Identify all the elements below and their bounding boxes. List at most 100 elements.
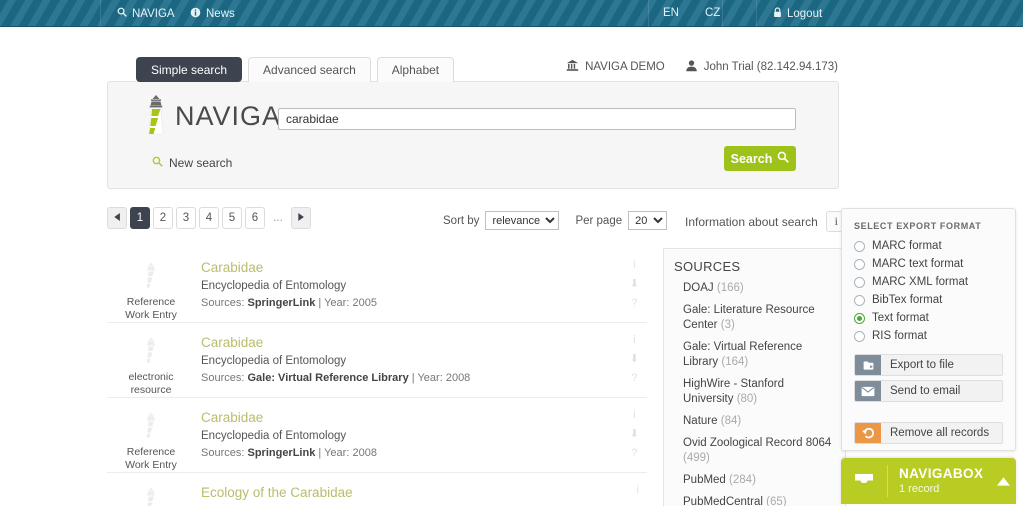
- search-panel: NAVIGA New search Search: [107, 81, 839, 189]
- radio-icon[interactable]: [854, 330, 865, 342]
- pagination-next[interactable]: [291, 207, 311, 229]
- pagination-page-4[interactable]: 4: [199, 207, 219, 229]
- sources-item-pubmed[interactable]: PubMed (284): [674, 473, 835, 488]
- sources-item-gale-literature[interactable]: Gale: Literature Resource Center (3): [674, 303, 835, 333]
- table-row[interactable]: Reference Work Entry Carabidae Encyclope…: [107, 398, 647, 473]
- send-to-email-button[interactable]: Send to email: [854, 380, 1003, 402]
- result-subtitle: Encyclopedia of Entomology: [201, 280, 347, 292]
- pagination-page-1[interactable]: 1: [130, 207, 150, 229]
- topbar-link-naviga[interactable]: NAVIGA: [117, 7, 175, 21]
- result-title[interactable]: Carabidae: [201, 335, 647, 350]
- result-actions: i: [637, 485, 639, 496]
- question-mark-icon[interactable]: ?: [631, 448, 637, 459]
- sources-item-ovid[interactable]: Ovid Zoological Record 8064 (499): [674, 436, 835, 466]
- topbar-lang-en-label: EN: [663, 7, 679, 19]
- sources-item-nature[interactable]: Nature (84): [674, 414, 835, 429]
- info-i-icon[interactable]: i: [633, 335, 635, 346]
- topbar-lang-en[interactable]: EN: [663, 7, 679, 20]
- institution-info[interactable]: NAVIGA DEMO: [566, 59, 665, 75]
- sources-item-label: HighWire - Stanford University: [683, 378, 784, 405]
- perpage-select[interactable]: 20: [628, 211, 668, 230]
- info-i-icon[interactable]: i: [633, 410, 635, 421]
- lighthouse-icon: [107, 487, 195, 506]
- user-account-info[interactable]: John Trial (82.142.94.173): [685, 59, 838, 75]
- result-actions: i ⬇ ?: [630, 260, 639, 309]
- result-year: 2008: [445, 372, 471, 384]
- radio-icon-selected[interactable]: [854, 312, 865, 324]
- export-format-marc-text[interactable]: MARC text format: [854, 258, 1003, 270]
- topbar-lang-cz-label: CZ: [705, 7, 721, 19]
- user-info-bar: NAVIGA DEMO John Trial (82.142.94.173): [566, 59, 838, 75]
- navigabox-record-count: 1 record: [899, 483, 940, 495]
- result-title[interactable]: Ecology of the Carabidae: [201, 485, 647, 500]
- lighthouse-icon: [144, 94, 168, 139]
- navigabox-widget[interactable]: NAVIGABOX 1 record: [841, 458, 1016, 504]
- pagination-page-5[interactable]: 5: [222, 207, 242, 229]
- info-i-icon[interactable]: i: [637, 485, 639, 496]
- sources-item-pubmedcentral[interactable]: PubMedCentral (65): [674, 495, 835, 506]
- export-format-bibtex[interactable]: BibTex format: [854, 294, 1003, 306]
- sources-item-gale-virtual[interactable]: Gale: Virtual Reference Library (164): [674, 340, 835, 370]
- result-year-label: Year:: [417, 372, 443, 384]
- logout-button[interactable]: Logout: [773, 7, 822, 22]
- topbar-lang-cz[interactable]: CZ: [705, 7, 720, 20]
- result-body: Ecology of the Carabidae: [195, 485, 647, 505]
- sources-item-highwire[interactable]: HighWire - Stanford University (80): [674, 377, 835, 407]
- sort-select[interactable]: relevance: [485, 211, 560, 230]
- radio-icon[interactable]: [854, 294, 865, 306]
- search-icon: [777, 151, 790, 166]
- topbar-link-news[interactable]: News: [190, 7, 235, 22]
- result-title[interactable]: Carabidae: [201, 410, 647, 425]
- table-row[interactable]: Reference Work Entry Carabidae Encyclope…: [107, 248, 647, 323]
- results-controls: 1 2 3 4 5 6 ... Sort by relevance Per pa…: [107, 207, 847, 237]
- tab-simple-search[interactable]: Simple search: [136, 57, 243, 82]
- result-title[interactable]: Carabidae: [201, 260, 647, 275]
- tab-advanced-search[interactable]: Advanced search: [248, 57, 371, 82]
- pagination-page-2[interactable]: 2: [153, 207, 173, 229]
- search-input[interactable]: [278, 108, 796, 130]
- information-about-search: Information about search i: [685, 211, 847, 232]
- pagination-page-3[interactable]: 3: [176, 207, 196, 229]
- inbox-icon: [841, 472, 887, 490]
- export-to-file-label: Export to file: [890, 359, 954, 371]
- radio-icon[interactable]: [854, 240, 865, 252]
- download-icon[interactable]: ⬇: [630, 429, 639, 440]
- logout-label: Logout: [787, 8, 823, 20]
- question-mark-icon[interactable]: ?: [631, 373, 637, 384]
- remove-all-records-button[interactable]: Remove all records: [854, 422, 1003, 444]
- result-type-line1: electronic: [128, 371, 174, 383]
- info-i-icon[interactable]: i: [633, 260, 635, 271]
- export-format-marc-xml[interactable]: MARC XML format: [854, 276, 1003, 288]
- search-mode-tabs: Simple search Advanced search Alphabet: [136, 57, 455, 82]
- lighthouse-icon: [107, 412, 195, 443]
- sources-item-count: (84): [720, 415, 742, 427]
- export-format-text[interactable]: Text format: [854, 312, 1003, 324]
- download-icon[interactable]: ⬇: [630, 354, 639, 365]
- pagination-page-6[interactable]: 6: [245, 207, 265, 229]
- result-separator: |: [318, 297, 322, 309]
- caret-up-icon[interactable]: [990, 476, 1016, 486]
- table-row[interactable]: electronic resource Carabidae Encycloped…: [107, 323, 647, 398]
- new-search-link[interactable]: New search: [152, 156, 232, 170]
- sources-item-count: (284): [729, 474, 756, 486]
- radio-icon[interactable]: [854, 276, 865, 288]
- question-mark-icon[interactable]: ?: [631, 298, 637, 309]
- export-to-file-button[interactable]: Export to file: [854, 354, 1003, 376]
- result-subtitle: Encyclopedia of Entomology: [201, 430, 347, 442]
- sources-item-count: (65): [766, 496, 787, 506]
- export-format-ris[interactable]: RIS format: [854, 330, 1003, 342]
- search-button-label: Search: [730, 151, 773, 166]
- sources-item-doaj[interactable]: DOAJ (166): [674, 281, 835, 296]
- download-icon[interactable]: ⬇: [630, 279, 639, 290]
- pagination-prev[interactable]: [107, 207, 127, 229]
- sources-item-count: (166): [716, 282, 744, 294]
- tab-alphabet[interactable]: Alphabet: [376, 57, 455, 82]
- sources-title: SOURCES: [674, 259, 741, 274]
- table-row[interactable]: Ecology of the Carabidae i: [107, 473, 647, 506]
- export-format-label: MARC XML format: [872, 276, 969, 288]
- result-year-label: Year:: [324, 297, 350, 309]
- search-button[interactable]: Search: [724, 146, 796, 171]
- result-subtitle: Encyclopedia of Entomology: [201, 355, 347, 367]
- radio-icon[interactable]: [854, 258, 865, 270]
- export-format-marc[interactable]: MARC format: [854, 240, 1003, 252]
